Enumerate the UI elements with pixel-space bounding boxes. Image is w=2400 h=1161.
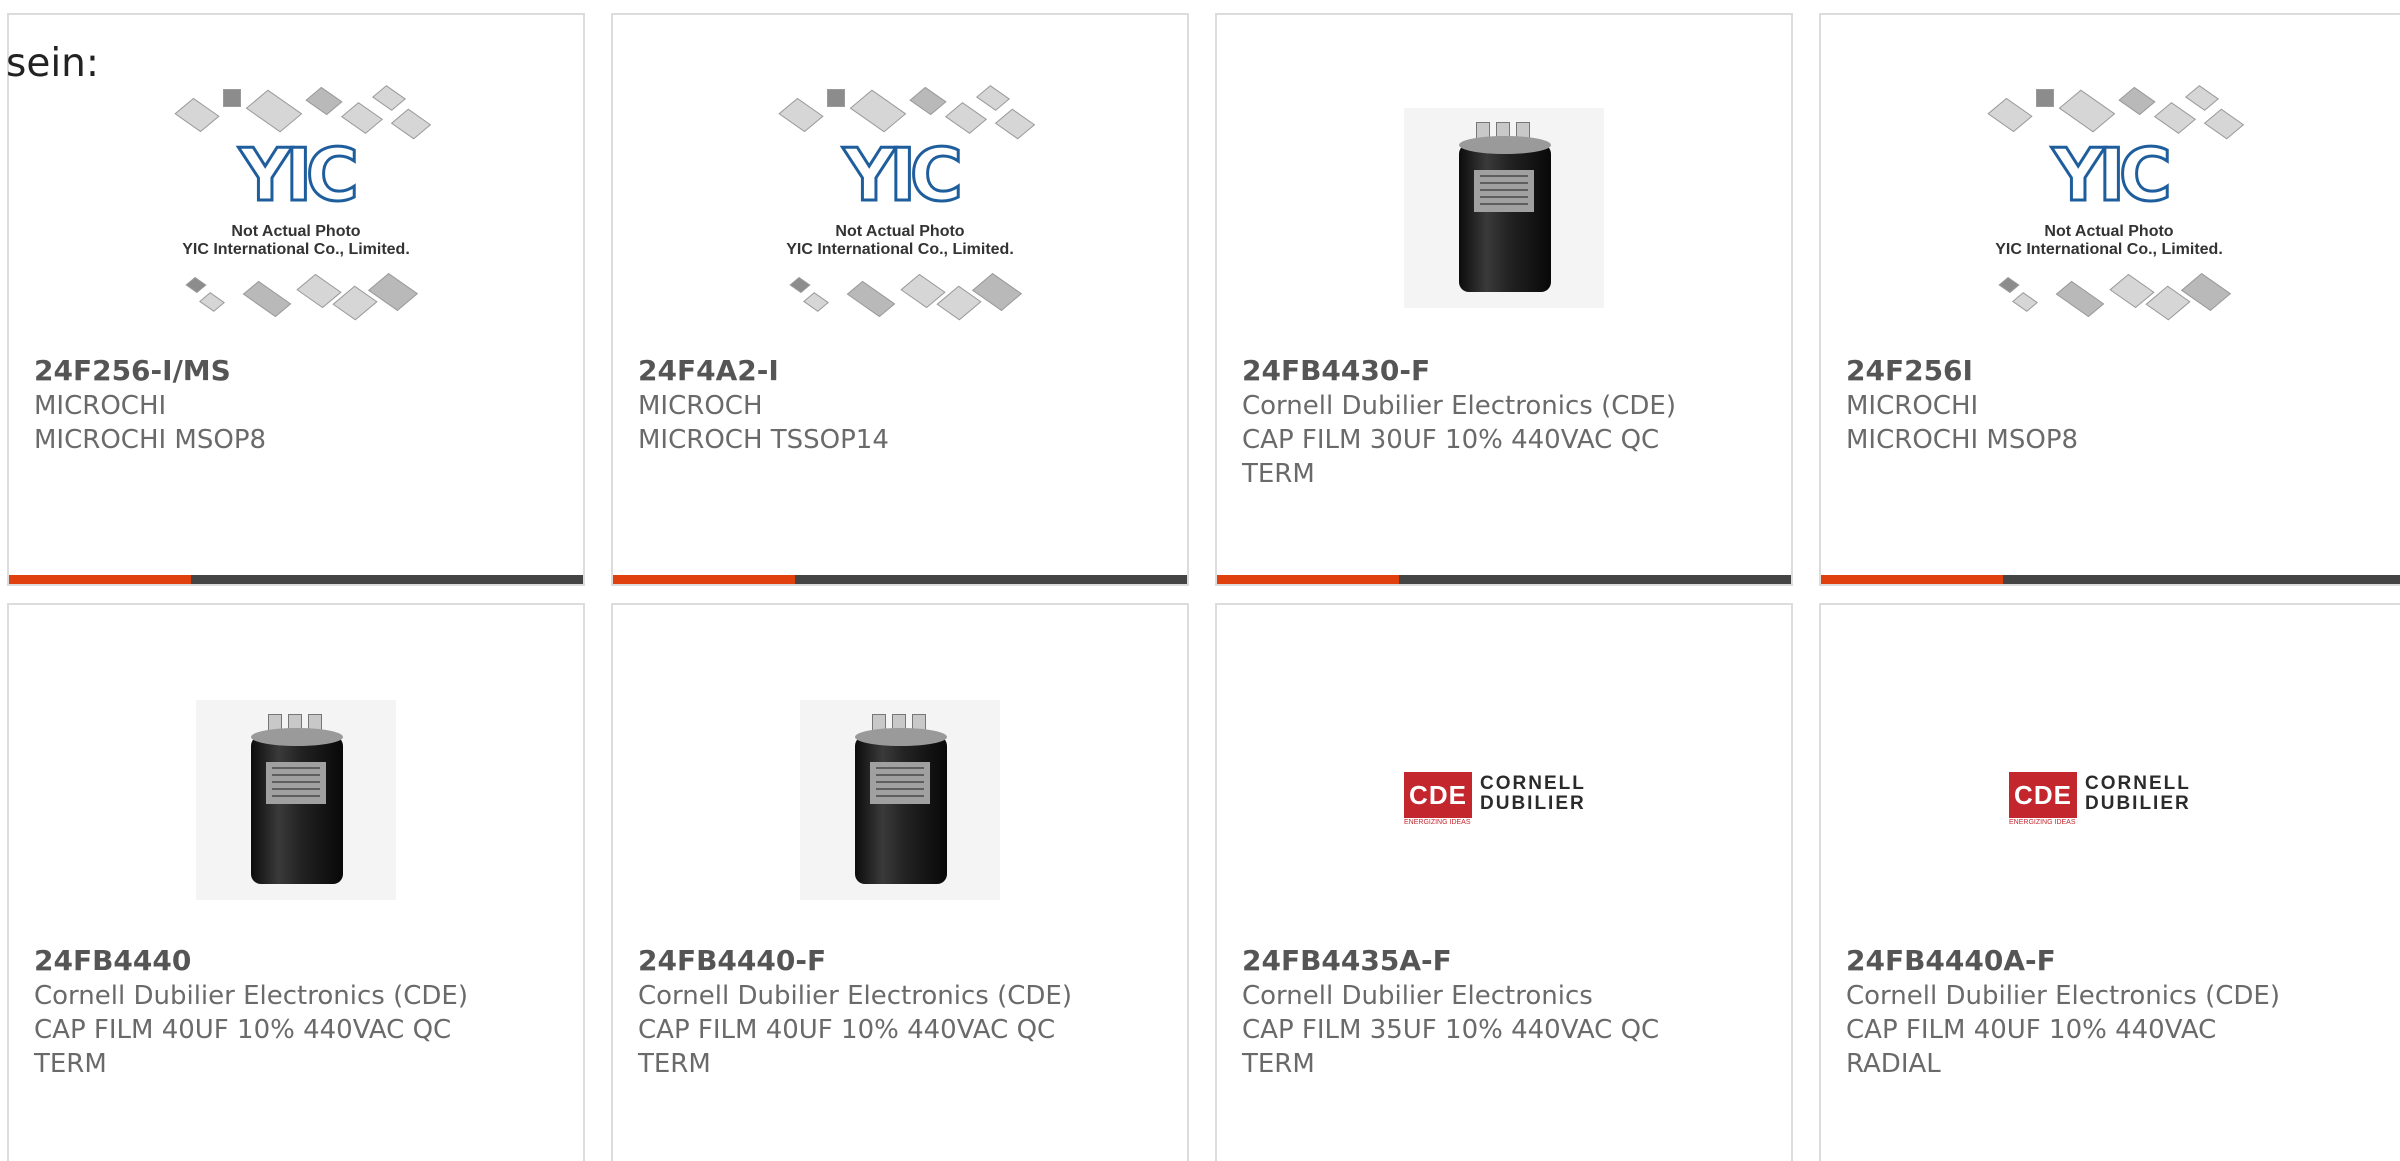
product-part-number[interactable]: 24FB4440: [34, 944, 191, 978]
placeholder-caption-2: YIC International Co., Limited.: [786, 240, 1014, 258]
product-manufacturer: MICROCHI: [1846, 391, 1979, 421]
cde-logo-tagline: ENERGIZING IDEAS: [1404, 819, 1471, 826]
product-image[interactable]: CDE ENERGIZING IDEAS CORNELL DUBILIER: [1217, 650, 1791, 950]
yic-logo: YIC: [842, 132, 965, 217]
card-accent-bar: [1217, 575, 1791, 584]
product-description: CAP FILM 40UF 10% 440VAC RADIAL: [1846, 1015, 2217, 1079]
placeholder-caption-2: YIC International Co., Limited.: [1995, 240, 2223, 258]
product-card[interactable]: CDE ENERGIZING IDEAS CORNELL DUBILIER 24…: [1819, 603, 2400, 1161]
product-description: MICROCHI MSOP8: [1846, 425, 2079, 455]
product-part-number[interactable]: 24FB4435A-F: [1242, 944, 1452, 978]
product-card[interactable]: YIC Not Actual Photo YIC International C…: [611, 13, 1189, 586]
cde-logo: CDE ENERGIZING IDEAS CORNELL DUBILIER: [2009, 772, 2209, 828]
placeholder-image: YIC Not Actual Photo YIC International C…: [161, 83, 432, 333]
cde-logo-tagline: ENERGIZING IDEAS: [2009, 819, 2076, 826]
product-description: CAP FILM 40UF 10% 440VAC QC TERM: [638, 1015, 1056, 1079]
yic-logo: YIC: [238, 132, 361, 217]
product-image[interactable]: YIC Not Actual Photo YIC International C…: [613, 60, 1187, 355]
product-card[interactable]: 24FB4440 Cornell Dubilier Electronics (C…: [7, 603, 585, 1161]
card-accent-bar: [1821, 575, 2400, 584]
product-part-number[interactable]: 24FB4440-F: [638, 944, 826, 978]
product-card[interactable]: 24FB4440-F Cornell Dubilier Electronics …: [611, 603, 1189, 1161]
cde-logo-name-1: CORNELL: [2085, 773, 2191, 794]
product-part-number[interactable]: 24F256I: [1846, 354, 1973, 388]
product-description: MICROCHI MSOP8: [34, 425, 267, 455]
cde-logo-name-2: DUBILIER: [1480, 793, 1586, 814]
product-image[interactable]: [1217, 60, 1791, 355]
cde-logo: CDE ENERGIZING IDEAS CORNELL DUBILIER: [1404, 772, 1604, 828]
card-accent-bar: [9, 575, 583, 584]
capacitor-photo: [800, 700, 1000, 900]
product-manufacturer: MICROCH: [638, 391, 763, 421]
product-manufacturer: Cornell Dubilier Electronics (CDE): [34, 981, 468, 1011]
yic-logo: YIC: [2051, 132, 2174, 217]
product-image[interactable]: CDE ENERGIZING IDEAS CORNELL DUBILIER: [1821, 650, 2397, 950]
capacitor-photo: [196, 700, 396, 900]
cde-logo-name-1: CORNELL: [1480, 773, 1586, 794]
placeholder-image: YIC Not Actual Photo YIC International C…: [765, 83, 1036, 333]
placeholder-caption-1: Not Actual Photo: [835, 222, 965, 240]
lead-text: sein:: [6, 41, 100, 86]
product-card[interactable]: YIC Not Actual Photo YIC International C…: [1819, 13, 2400, 586]
card-accent-bar: [613, 575, 1187, 584]
product-description: MICROCH TSSOP14: [638, 425, 889, 455]
cde-logo-mark: CDE: [1404, 772, 1472, 818]
product-part-number[interactable]: 24FB4430-F: [1242, 354, 1430, 388]
product-part-number[interactable]: 24FB4440A-F: [1846, 944, 2056, 978]
placeholder-caption-1: Not Actual Photo: [231, 222, 361, 240]
product-manufacturer: Cornell Dubilier Electronics (CDE): [1242, 391, 1676, 421]
product-manufacturer: Cornell Dubilier Electronics (CDE): [1846, 981, 2280, 1011]
product-image[interactable]: [613, 650, 1187, 950]
product-image[interactable]: [9, 650, 583, 950]
product-card[interactable]: YIC Not Actual Photo YIC International C…: [7, 13, 585, 586]
capacitor-photo: [1404, 107, 1604, 308]
placeholder-caption-1: Not Actual Photo: [2044, 222, 2174, 240]
product-manufacturer: Cornell Dubilier Electronics: [1242, 981, 1593, 1011]
cde-logo-mark: CDE: [2009, 772, 2077, 818]
product-manufacturer: Cornell Dubilier Electronics (CDE): [638, 981, 1072, 1011]
product-manufacturer: MICROCHI: [34, 391, 167, 421]
product-description: CAP FILM 30UF 10% 440VAC QC TERM: [1242, 425, 1660, 489]
placeholder-caption-2: YIC International Co., Limited.: [182, 240, 410, 258]
product-part-number[interactable]: 24F256-I/MS: [34, 354, 231, 388]
product-card[interactable]: CDE ENERGIZING IDEAS CORNELL DUBILIER 24…: [1215, 603, 1793, 1161]
product-image[interactable]: YIC Not Actual Photo YIC International C…: [9, 60, 583, 355]
product-description: CAP FILM 40UF 10% 440VAC QC TERM: [34, 1015, 452, 1079]
product-part-number[interactable]: 24F4A2-I: [638, 354, 779, 388]
product-description: CAP FILM 35UF 10% 440VAC QC TERM: [1242, 1015, 1660, 1079]
cde-logo-name-2: DUBILIER: [2085, 793, 2191, 814]
placeholder-image: YIC Not Actual Photo YIC International C…: [1974, 83, 2245, 333]
product-card[interactable]: 24FB4430-F Cornell Dubilier Electronics …: [1215, 13, 1793, 586]
product-image[interactable]: YIC Not Actual Photo YIC International C…: [1821, 60, 2397, 355]
